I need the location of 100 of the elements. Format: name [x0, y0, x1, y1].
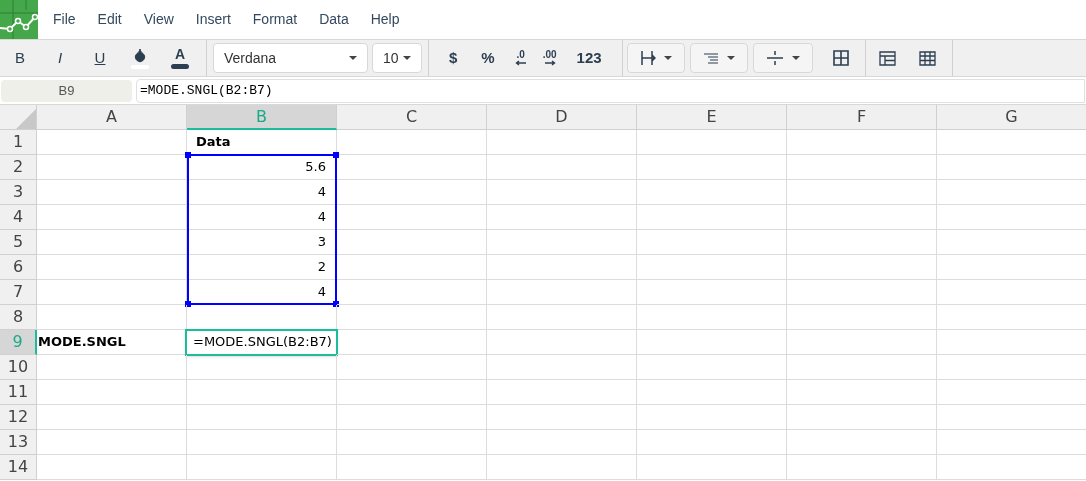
row-header[interactable]: 4 [0, 205, 37, 230]
table-cell[interactable] [787, 205, 937, 230]
menu-item[interactable]: View [132, 9, 185, 30]
table-cell[interactable] [487, 280, 637, 305]
menu-item[interactable]: File [42, 9, 87, 30]
table-cell[interactable] [187, 405, 337, 430]
table-cell[interactable] [637, 330, 787, 355]
table-cell[interactable] [637, 205, 787, 230]
table-cell[interactable]: MODE.SNGL [37, 330, 187, 355]
table-cell[interactable] [337, 205, 487, 230]
table-cell[interactable] [637, 405, 787, 430]
table-cell[interactable] [187, 380, 337, 405]
table-cell[interactable] [337, 180, 487, 205]
table-cell[interactable] [337, 380, 487, 405]
row-header[interactable]: 2 [0, 155, 37, 180]
row-header[interactable]: 6 [0, 255, 37, 280]
text-color-button[interactable]: A [160, 40, 200, 76]
font-select[interactable]: Verdana [213, 43, 368, 73]
table-cell[interactable] [787, 455, 937, 480]
table-cell[interactable] [37, 180, 187, 205]
table-cell[interactable] [187, 430, 337, 455]
row-header[interactable]: 14 [0, 455, 37, 480]
table-cell[interactable] [487, 380, 637, 405]
table-cell[interactable] [487, 255, 637, 280]
table-cell[interactable] [37, 230, 187, 255]
table-cell[interactable] [337, 230, 487, 255]
row-header[interactable]: 12 [0, 405, 37, 430]
format-button[interactable]: $ [437, 40, 470, 76]
table-cell[interactable] [337, 280, 487, 305]
valign-dropdown[interactable] [752, 43, 813, 73]
table-cell[interactable] [487, 430, 637, 455]
table-cell[interactable] [487, 205, 637, 230]
table-cell[interactable] [37, 355, 187, 380]
underline-button[interactable]: U [80, 40, 120, 76]
row-header[interactable]: 11 [0, 380, 37, 405]
table-cell[interactable] [37, 130, 187, 155]
table-cell[interactable] [37, 255, 187, 280]
table-cell[interactable] [637, 130, 787, 155]
menu-item[interactable]: Edit [86, 9, 133, 30]
row-header[interactable]: 13 [0, 430, 37, 455]
table-cell[interactable] [37, 280, 187, 305]
bold-button[interactable]: B [0, 40, 40, 76]
column-header[interactable]: F [787, 105, 937, 130]
row-header[interactable]: 3 [0, 180, 37, 205]
table-cell[interactable] [487, 305, 637, 330]
menu-item[interactable]: Insert [184, 9, 242, 30]
table-cell[interactable] [37, 205, 187, 230]
align-dropdown[interactable] [689, 43, 748, 73]
menu-item[interactable]: Help [359, 9, 411, 30]
table-cell[interactable] [337, 330, 487, 355]
table-cell[interactable] [787, 430, 937, 455]
table-cell[interactable]: 4 [187, 205, 337, 230]
table-cell[interactable] [637, 180, 787, 205]
table-cell[interactable] [487, 405, 637, 430]
table-cell[interactable] [787, 280, 937, 305]
table-cell[interactable] [637, 255, 787, 280]
table-cell[interactable] [37, 305, 187, 330]
table-cell[interactable] [637, 455, 787, 480]
table-cell[interactable] [37, 455, 187, 480]
table-cell[interactable] [637, 155, 787, 180]
table-cell[interactable] [487, 230, 637, 255]
table-cell[interactable] [787, 330, 937, 355]
table-cell[interactable] [787, 255, 937, 280]
table-cell[interactable]: 5.6 [187, 155, 337, 180]
increase-decimal-button[interactable]: .00 [534, 40, 565, 76]
formula-field[interactable]: =MODE.SNGL(B2:B7) [136, 78, 1085, 103]
name-box[interactable]: B9 [1, 79, 132, 102]
table-cell[interactable]: 2 [187, 255, 337, 280]
table-cell[interactable] [37, 155, 187, 180]
column-header[interactable]: G [937, 105, 1086, 130]
format-button[interactable]: % [469, 40, 507, 76]
table-cell[interactable] [337, 155, 487, 180]
table-cell[interactable] [487, 180, 637, 205]
borders-dropdown[interactable] [626, 43, 685, 73]
font-size-select[interactable]: 10 [372, 43, 422, 73]
table-cell[interactable] [187, 455, 337, 480]
column-header[interactable]: E [637, 105, 787, 130]
table-cell[interactable] [787, 230, 937, 255]
table-cell[interactable] [37, 380, 187, 405]
table-cell[interactable]: 4 [187, 180, 337, 205]
table-cell[interactable] [337, 255, 487, 280]
decrease-decimal-button[interactable]: .0 [506, 40, 535, 76]
table-cell[interactable] [787, 180, 937, 205]
table-cell[interactable] [637, 280, 787, 305]
format-button[interactable]: 123 [564, 40, 614, 76]
row-header[interactable]: 5 [0, 230, 37, 255]
table-cell[interactable] [337, 455, 487, 480]
table-cell[interactable] [787, 155, 937, 180]
table-cell[interactable] [337, 305, 487, 330]
table-cell[interactable] [637, 355, 787, 380]
table-cell[interactable] [637, 305, 787, 330]
table-cell[interactable] [637, 430, 787, 455]
table-cell[interactable] [787, 380, 937, 405]
table-cell[interactable] [337, 355, 487, 380]
table-cell[interactable] [637, 380, 787, 405]
table-cell[interactable] [337, 430, 487, 455]
column-header[interactable]: A [37, 105, 187, 130]
table-cell[interactable] [787, 305, 937, 330]
table-cell[interactable] [787, 405, 937, 430]
table-cell[interactable] [487, 155, 637, 180]
